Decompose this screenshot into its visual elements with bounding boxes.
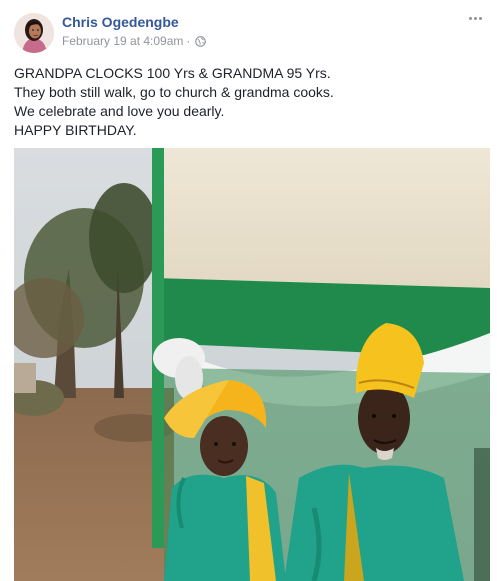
post-timestamp-link[interactable]: February 19 at 4:09am <box>62 34 183 48</box>
post-text: GRANDPA CLOCKS 100 Yrs & GRANDMA 95 Yrs.… <box>14 64 484 140</box>
post-text-line: We celebrate and love you dearly. <box>14 103 225 119</box>
globe-icon[interactable] <box>195 35 207 47</box>
post-text-line: They both still walk, go to church & gra… <box>14 84 334 100</box>
post-photo[interactable] <box>14 148 490 581</box>
author-avatar[interactable] <box>14 13 54 53</box>
author-name-link[interactable]: Chris Ogedengbe <box>62 14 179 30</box>
post-text-line: HAPPY BIRTHDAY. <box>14 122 137 138</box>
meta-separator: · <box>186 34 191 48</box>
more-options-icon[interactable] <box>465 10 485 26</box>
post-text-line: GRANDPA CLOCKS 100 Yrs & GRANDMA 95 Yrs. <box>14 65 331 81</box>
facebook-post: Chris Ogedengbe February 19 at 4:09am · … <box>0 0 497 581</box>
photo-illustration <box>14 148 490 581</box>
avatar-image <box>14 13 54 53</box>
post-meta: February 19 at 4:09am · <box>62 34 207 48</box>
